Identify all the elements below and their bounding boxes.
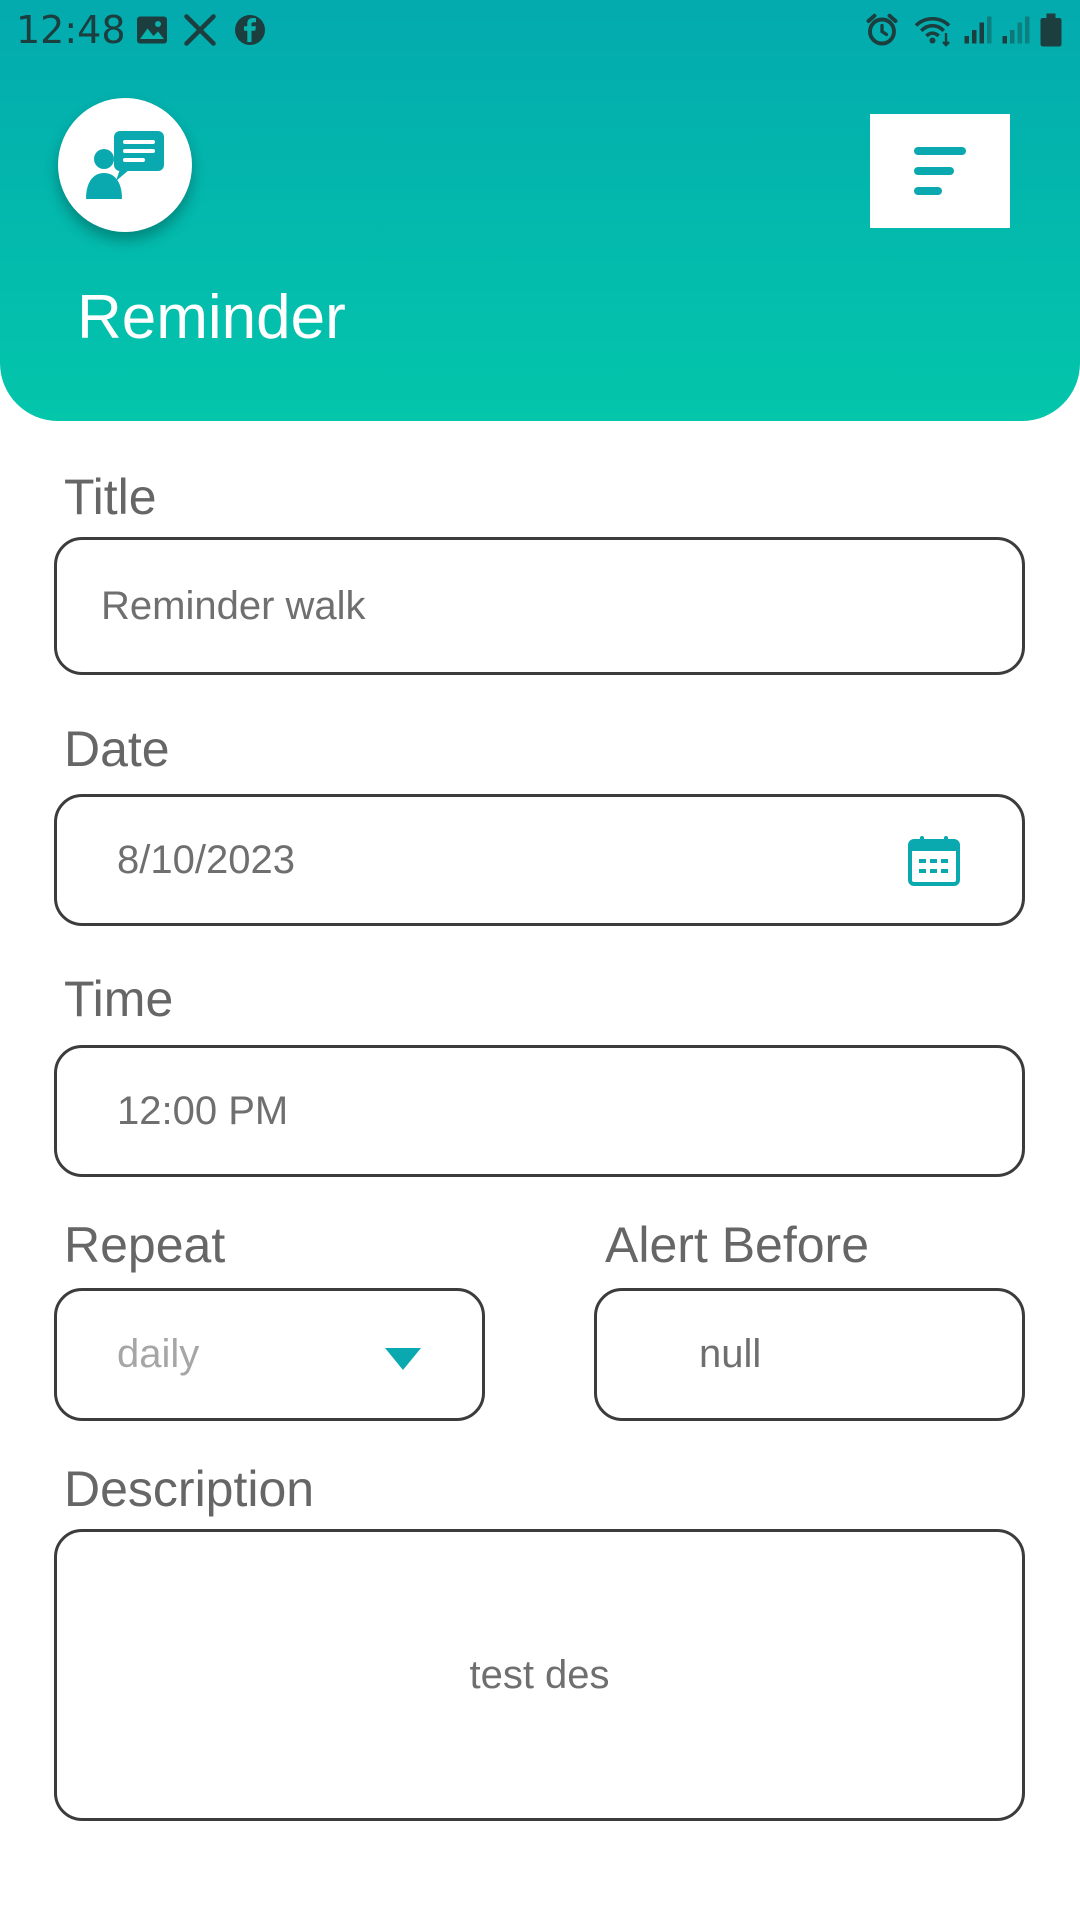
alarm-icon — [866, 13, 898, 46]
status-time: 12:48 — [16, 8, 126, 52]
x-icon — [184, 14, 216, 46]
menu-button[interactable] — [870, 114, 1010, 228]
alert-before-value: null — [699, 1332, 762, 1376]
signal-icon — [964, 16, 992, 44]
repeat-value: daily — [117, 1332, 200, 1376]
wifi-icon — [914, 16, 951, 47]
alert-before-field[interactable]: null — [594, 1288, 1025, 1421]
calendar-icon[interactable] — [907, 835, 961, 887]
image-icon — [137, 16, 167, 44]
title-field[interactable]: Reminder walk — [54, 537, 1025, 675]
header-banner: 12:48 Reminder — [0, 0, 1080, 421]
signal-icon-2 — [1002, 16, 1030, 44]
status-bar: 12:48 — [0, 0, 1080, 62]
page-title: Reminder — [77, 283, 346, 352]
sort-menu-icon — [914, 147, 966, 195]
facebook-icon — [235, 15, 265, 45]
description-label: Description — [64, 1461, 315, 1517]
date-field[interactable]: 8/10/2023 — [54, 794, 1025, 926]
repeat-label: Repeat — [64, 1217, 226, 1273]
repeat-dropdown[interactable]: daily — [54, 1288, 485, 1421]
title-value: Reminder walk — [101, 583, 366, 628]
date-label: Date — [64, 721, 170, 777]
time-field[interactable]: 12:00 PM — [54, 1045, 1025, 1177]
title-label: Title — [64, 469, 157, 525]
battery-icon — [1040, 13, 1062, 47]
chat-user-icon — [86, 131, 164, 199]
app-logo[interactable] — [58, 98, 192, 232]
date-value: 8/10/2023 — [117, 837, 295, 882]
time-label: Time — [64, 971, 174, 1027]
description-field[interactable]: test des — [54, 1529, 1025, 1821]
alert-before-label: Alert Before — [605, 1217, 870, 1273]
dropdown-triangle-icon — [385, 1348, 421, 1370]
description-value: test des — [469, 1652, 610, 1697]
time-value: 12:00 PM — [117, 1088, 289, 1133]
